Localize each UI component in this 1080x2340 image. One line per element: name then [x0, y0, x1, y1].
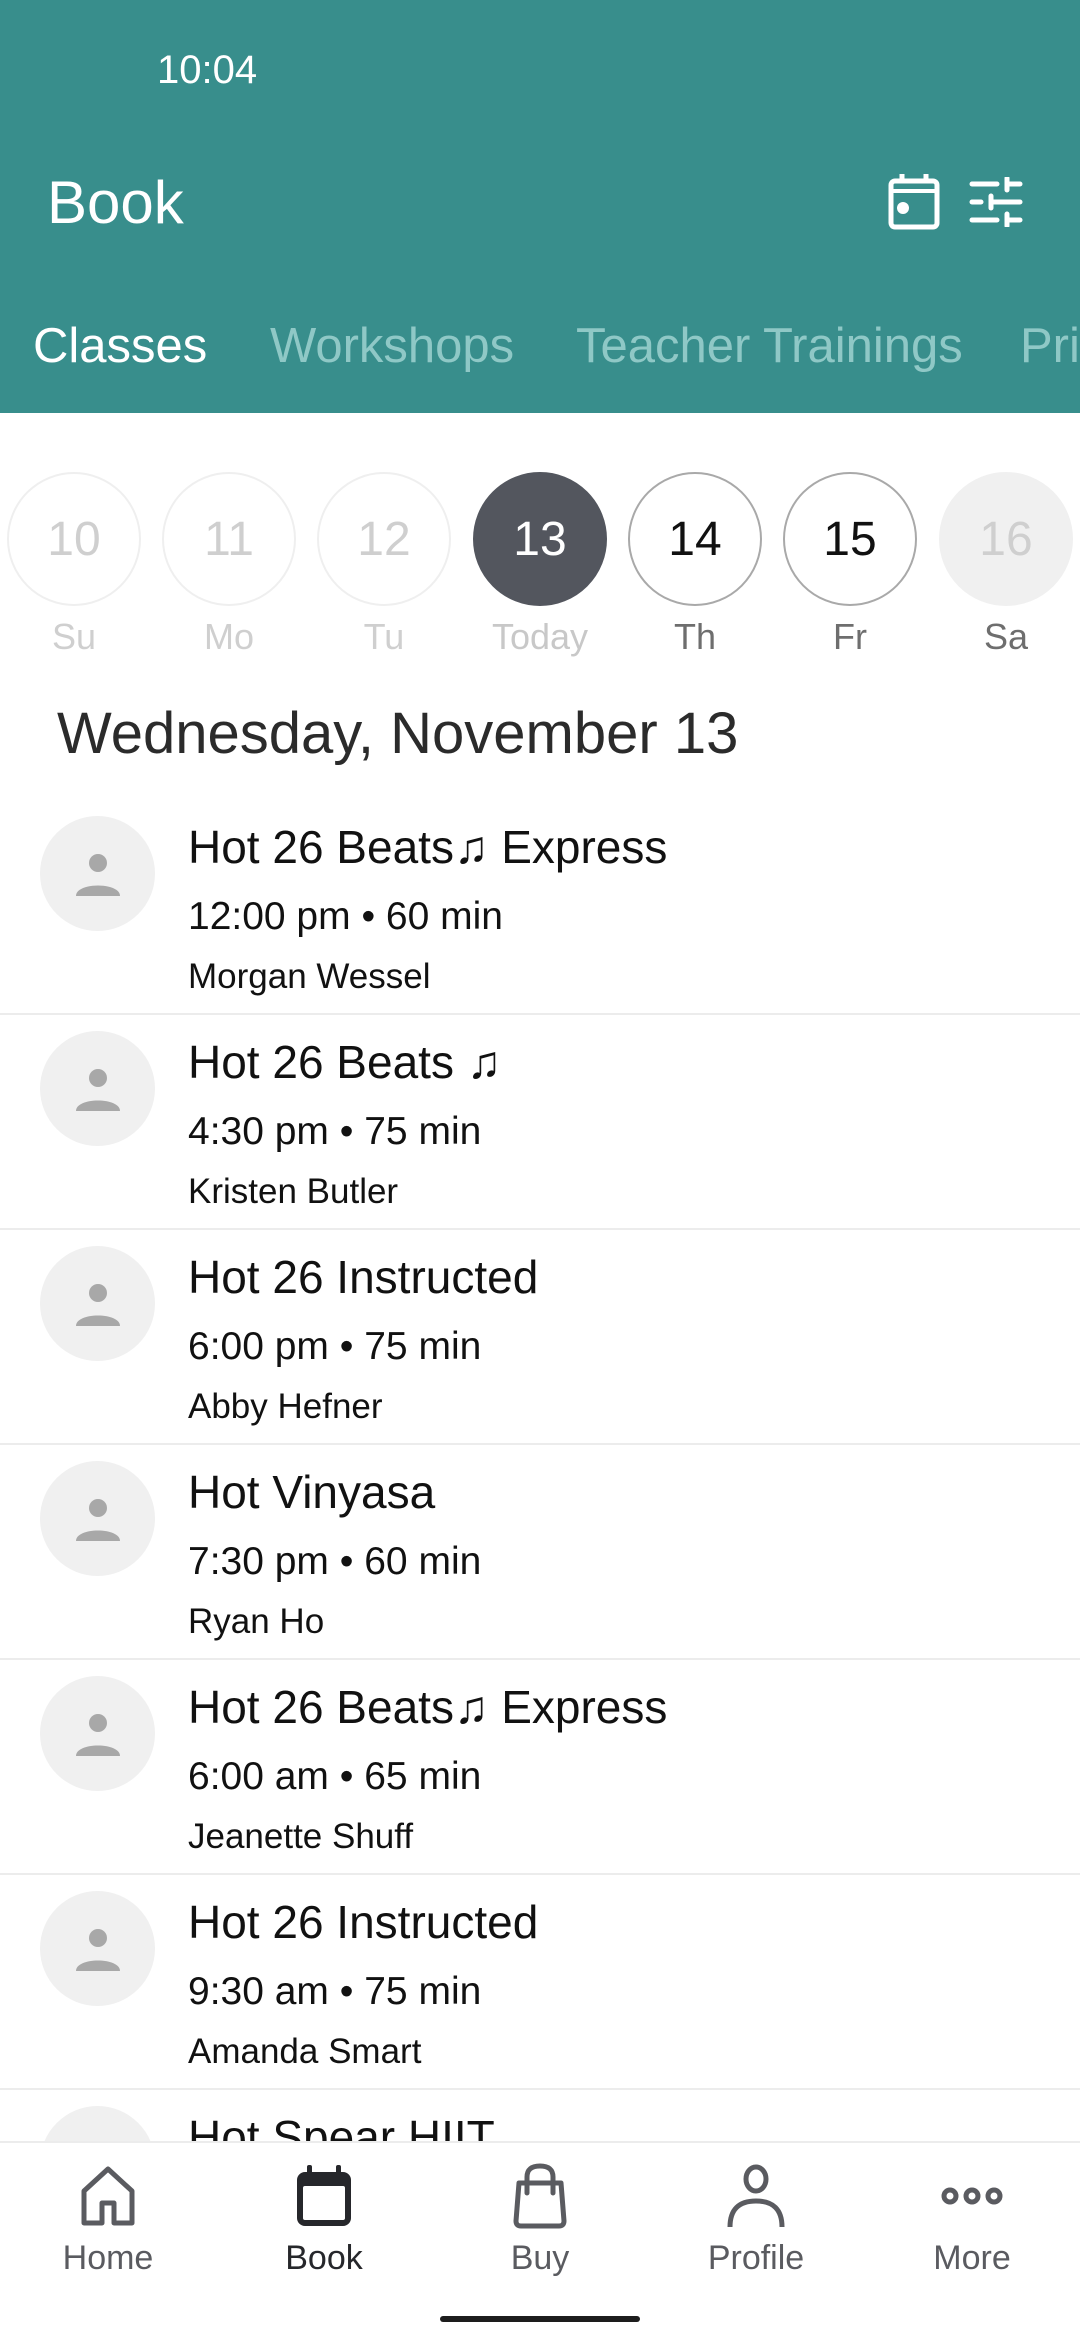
- home-indicator[interactable]: [440, 2316, 640, 2322]
- class-time-duration: 9:30 am • 75 min: [188, 1970, 482, 2013]
- nav-label: Profile: [707, 2239, 805, 2277]
- class-list-item[interactable]: Hot Vinyasa 7:30 pm • 60 min Ryan Ho: [0, 1445, 1080, 1660]
- teacher-avatar: [40, 2106, 155, 2142]
- class-teacher: Jeanette Shuff: [188, 1817, 414, 1856]
- teacher-avatar: [40, 1246, 155, 1361]
- teacher-avatar: [40, 1676, 155, 1791]
- day-selector-10[interactable]: 10 Su: [7, 472, 141, 658]
- person-placeholder-icon: [75, 853, 120, 896]
- class-teacher: Abby Hefner: [188, 1387, 383, 1426]
- nav-label: Home: [62, 2239, 154, 2277]
- class-time-duration: 4:30 pm • 75 min: [188, 1110, 482, 1153]
- calendar-button[interactable]: [884, 172, 944, 232]
- person-placeholder-icon: [75, 1283, 120, 1326]
- calendar-icon: [297, 2165, 351, 2226]
- app-header: 10:04 Book Classes Workshops Teacher Tra…: [0, 0, 1080, 413]
- nav-book[interactable]: Book: [216, 2161, 432, 2278]
- class-name: Hot 26 Instructed: [188, 1896, 539, 1948]
- class-name: Hot Spear HIIT: [188, 2111, 495, 2142]
- day-number: 12: [317, 472, 451, 606]
- tab-classes[interactable]: Classes: [33, 318, 207, 374]
- class-teacher: Morgan Wessel: [188, 957, 431, 996]
- class-list-item[interactable]: Hot 26 Beats♫ Express 6:00 am • 65 min J…: [0, 1660, 1080, 1875]
- class-list-item[interactable]: Hot 26 Beats♫ Express 12:00 pm • 60 min …: [0, 800, 1080, 1015]
- class-teacher: Amanda Smart: [188, 2032, 422, 2071]
- person-icon: [727, 2164, 785, 2228]
- class-name: Hot Vinyasa: [188, 1466, 436, 1518]
- category-tabs: Classes Workshops Teacher Trainings Pri: [0, 300, 1080, 413]
- home-icon: [81, 2166, 135, 2226]
- person-placeholder-icon: [75, 1928, 120, 1971]
- day-number: 11: [162, 472, 296, 606]
- teacher-avatar: [40, 1461, 155, 1576]
- nav-label: More: [933, 2239, 1011, 2277]
- day-selector-13-today[interactable]: 13 Today: [473, 472, 607, 658]
- calendar-icon: [888, 174, 940, 230]
- status-bar-time: 10:04: [157, 48, 258, 92]
- class-teacher: Kristen Butler: [188, 1172, 399, 1211]
- selected-date-heading: Wednesday, November 13: [57, 701, 739, 766]
- teacher-avatar: [40, 1891, 155, 2006]
- teacher-avatar: [40, 1031, 155, 1146]
- nav-label: Buy: [510, 2239, 570, 2277]
- nav-home[interactable]: Home: [0, 2161, 216, 2278]
- filter-button[interactable]: [966, 172, 1026, 232]
- class-teacher: Ryan Ho: [188, 1602, 325, 1641]
- more-dots-icon: [941, 2187, 1003, 2205]
- day-number: 16: [939, 472, 1073, 606]
- nav-buy[interactable]: Buy: [432, 2161, 648, 2278]
- class-list-item[interactable]: Hot 26 Instructed 9:30 am • 75 min Amand…: [0, 1875, 1080, 2090]
- day-of-week: Today: [491, 616, 589, 657]
- class-list-item[interactable]: Hot 26 Beats ♫ 4:30 pm • 75 min Kristen …: [0, 1015, 1080, 1230]
- class-list-item[interactable]: Hot 26 Instructed 6:00 pm • 75 min Abby …: [0, 1230, 1080, 1445]
- day-of-week: Th: [673, 616, 716, 657]
- person-placeholder-icon: [75, 1068, 120, 1111]
- day-of-week: Fr: [833, 616, 867, 657]
- class-list-item[interactable]: Hot Spear HIIT: [0, 2090, 1080, 2142]
- day-selector-14[interactable]: 14 Th: [628, 472, 762, 658]
- class-time-duration: 6:00 pm • 75 min: [188, 1325, 482, 1368]
- person-placeholder-icon: [75, 1713, 120, 1756]
- class-time-duration: 6:00 am • 65 min: [188, 1755, 482, 1798]
- class-list[interactable]: Hot 26 Beats♫ Express 12:00 pm • 60 min …: [0, 800, 1080, 2142]
- day-number: 14: [628, 472, 762, 606]
- day-number: 10: [7, 472, 141, 606]
- class-time-duration: 7:30 pm • 60 min: [188, 1540, 482, 1583]
- day-number: 15: [783, 472, 917, 606]
- nav-more[interactable]: More: [864, 2161, 1080, 2278]
- shopping-bag-icon: [513, 2163, 567, 2229]
- class-name: Hot 26 Beats♫ Express: [188, 1681, 668, 1733]
- bottom-navigation: Home Book Buy Profile More: [0, 2141, 1080, 2340]
- teacher-avatar: [40, 816, 155, 931]
- day-selector-15[interactable]: 15 Fr: [783, 472, 917, 658]
- nav-profile[interactable]: Profile: [648, 2161, 864, 2278]
- person-placeholder-icon: [75, 1498, 120, 1541]
- class-name: Hot 26 Beats ♫: [188, 1036, 502, 1088]
- nav-label: Book: [285, 2239, 363, 2277]
- class-name: Hot 26 Instructed: [188, 1251, 539, 1303]
- class-time-duration: 12:00 pm • 60 min: [188, 895, 503, 938]
- day-of-week: Tu: [363, 616, 405, 657]
- sliders-filter-icon: [969, 177, 1023, 227]
- day-selector-11[interactable]: 11 Mo: [162, 472, 296, 658]
- page-title: Book: [47, 169, 184, 236]
- day-of-week: Sa: [983, 616, 1029, 657]
- day-number: 13: [473, 472, 607, 606]
- class-name: Hot 26 Beats♫ Express: [188, 821, 668, 873]
- tab-privates[interactable]: Pri: [1020, 318, 1080, 374]
- tab-teacher-trainings[interactable]: Teacher Trainings: [576, 318, 963, 374]
- day-of-week: Mo: [203, 616, 254, 657]
- tab-workshops[interactable]: Workshops: [270, 318, 514, 374]
- day-selector-12[interactable]: 12 Tu: [317, 472, 451, 658]
- day-selector-16[interactable]: 16 Sa: [939, 472, 1073, 658]
- day-of-week: Su: [51, 616, 97, 657]
